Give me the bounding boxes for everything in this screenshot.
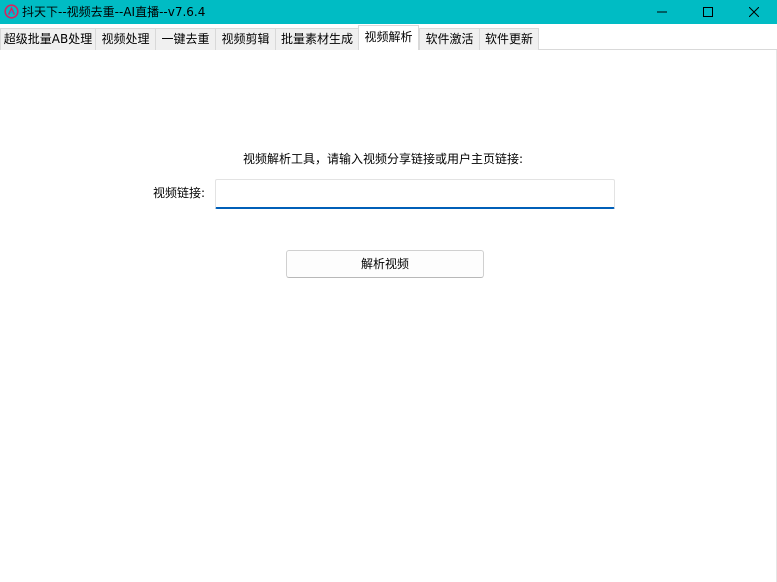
maximize-button[interactable]: [685, 0, 731, 24]
video-parsing-panel: [0, 50, 777, 582]
minimize-icon: [657, 7, 667, 17]
tab-one-click-dedup[interactable]: 一键去重: [155, 28, 216, 50]
parse-video-button[interactable]: 解析视频: [286, 250, 484, 278]
tab-video-processing[interactable]: 视频处理: [95, 28, 156, 50]
url-field-label: 视频链接:: [153, 186, 206, 200]
tab-software-activation[interactable]: 软件激活: [419, 28, 480, 50]
tab-super-batch-ab[interactable]: 超级批量AB处理: [0, 28, 96, 50]
title-bar[interactable]: 抖天下--视频去重--AI直播--v7.6.4: [0, 0, 777, 24]
tab-software-update[interactable]: 软件更新: [479, 28, 539, 50]
close-button[interactable]: [731, 0, 777, 24]
app-window: 抖天下--视频去重--AI直播--v7.6.4 超级批量AB处理 视频处理 一键…: [0, 0, 777, 582]
window-title: 抖天下--视频去重--AI直播--v7.6.4: [22, 5, 206, 19]
app-logo-icon: [4, 4, 19, 19]
tab-video-parsing[interactable]: 视频解析: [358, 25, 419, 50]
instruction-text: 视频解析工具，请输入视频分享链接或用户主页链接:: [243, 152, 524, 166]
tab-video-editing[interactable]: 视频剪辑: [215, 28, 276, 50]
tab-batch-material[interactable]: 批量素材生成: [275, 28, 359, 50]
video-url-input[interactable]: [215, 179, 615, 209]
minimize-button[interactable]: [639, 0, 685, 24]
maximize-icon: [703, 7, 713, 17]
close-icon: [749, 7, 759, 17]
